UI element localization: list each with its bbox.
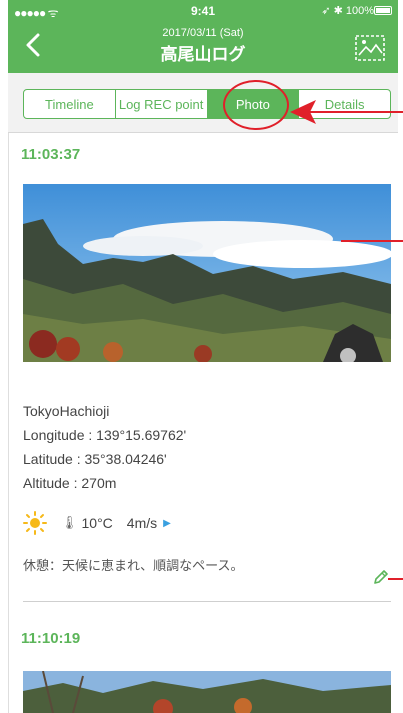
photo-map-button[interactable] (354, 33, 386, 63)
status-bar: ●●●●● ᯤ 9:41 ➶ ✱ 100% (8, 0, 398, 20)
phone-screen: ●●●●● ᯤ 9:41 ➶ ✱ 100% 2017/03/11 (Sat) 高… (8, 0, 398, 713)
entry-memo: 休憩：天候に恵まれ、順調なペース。 (23, 558, 244, 573)
mountain-photo (23, 184, 391, 362)
longitude: Longitude : 139°15.69762' (23, 427, 187, 443)
sun-icon (23, 511, 47, 535)
nav-bar: ●●●●● ᯤ 9:41 ➶ ✱ 100% 2017/03/11 (Sat) 高… (8, 0, 398, 73)
entry-time: 11:03:37 (21, 146, 81, 163)
battery-icon (374, 6, 392, 15)
autumn-photo (23, 671, 391, 713)
annotation-circle (223, 80, 289, 130)
latitude: Latitude : 35°38.04246' (23, 451, 167, 467)
annotation-pointer-edit (388, 578, 403, 580)
thermometer-icon: 🌡︎ (61, 515, 78, 530)
pencil-icon (374, 570, 388, 584)
tab-timeline[interactable]: Timeline (24, 90, 116, 118)
entry-divider (23, 601, 391, 602)
temperature: 10°C (81, 515, 113, 531)
location-name: TokyoHachioji (23, 403, 110, 419)
segmented-control: Timeline Log REC point Photo Details (23, 89, 391, 119)
location-info: TokyoHachioji Longitude : 139°15.69762' … (23, 399, 186, 495)
tab-log-rec-point[interactable]: Log REC point (116, 90, 208, 118)
status-right: ➶ ✱ 100% (321, 5, 374, 17)
entry-photo[interactable] (23, 671, 391, 713)
nav-date: 2017/03/11 (Sat) (162, 27, 244, 39)
entry-time: 11:10:19 (21, 630, 81, 647)
entry-photo[interactable] (23, 184, 391, 362)
edit-memo-button[interactable] (372, 568, 390, 586)
page-title: 高尾山ログ (160, 45, 246, 64)
annotation-arrowhead (290, 100, 316, 124)
image-frame-icon (355, 35, 385, 61)
wind-speed: 4m/s (126, 515, 158, 531)
altitude: Altitude : 270m (23, 475, 117, 491)
tab-bar: Timeline Log REC point Photo Details (8, 73, 398, 133)
photo-list: 11:03:37 TokyoHachioji Longitude: 139°1… (8, 133, 398, 713)
weather-row: 🌡︎ 10°C 4m/s ▶ (23, 511, 171, 535)
wind-direction-icon: ▶ (163, 517, 171, 529)
annotation-pointer-photo (341, 240, 403, 242)
